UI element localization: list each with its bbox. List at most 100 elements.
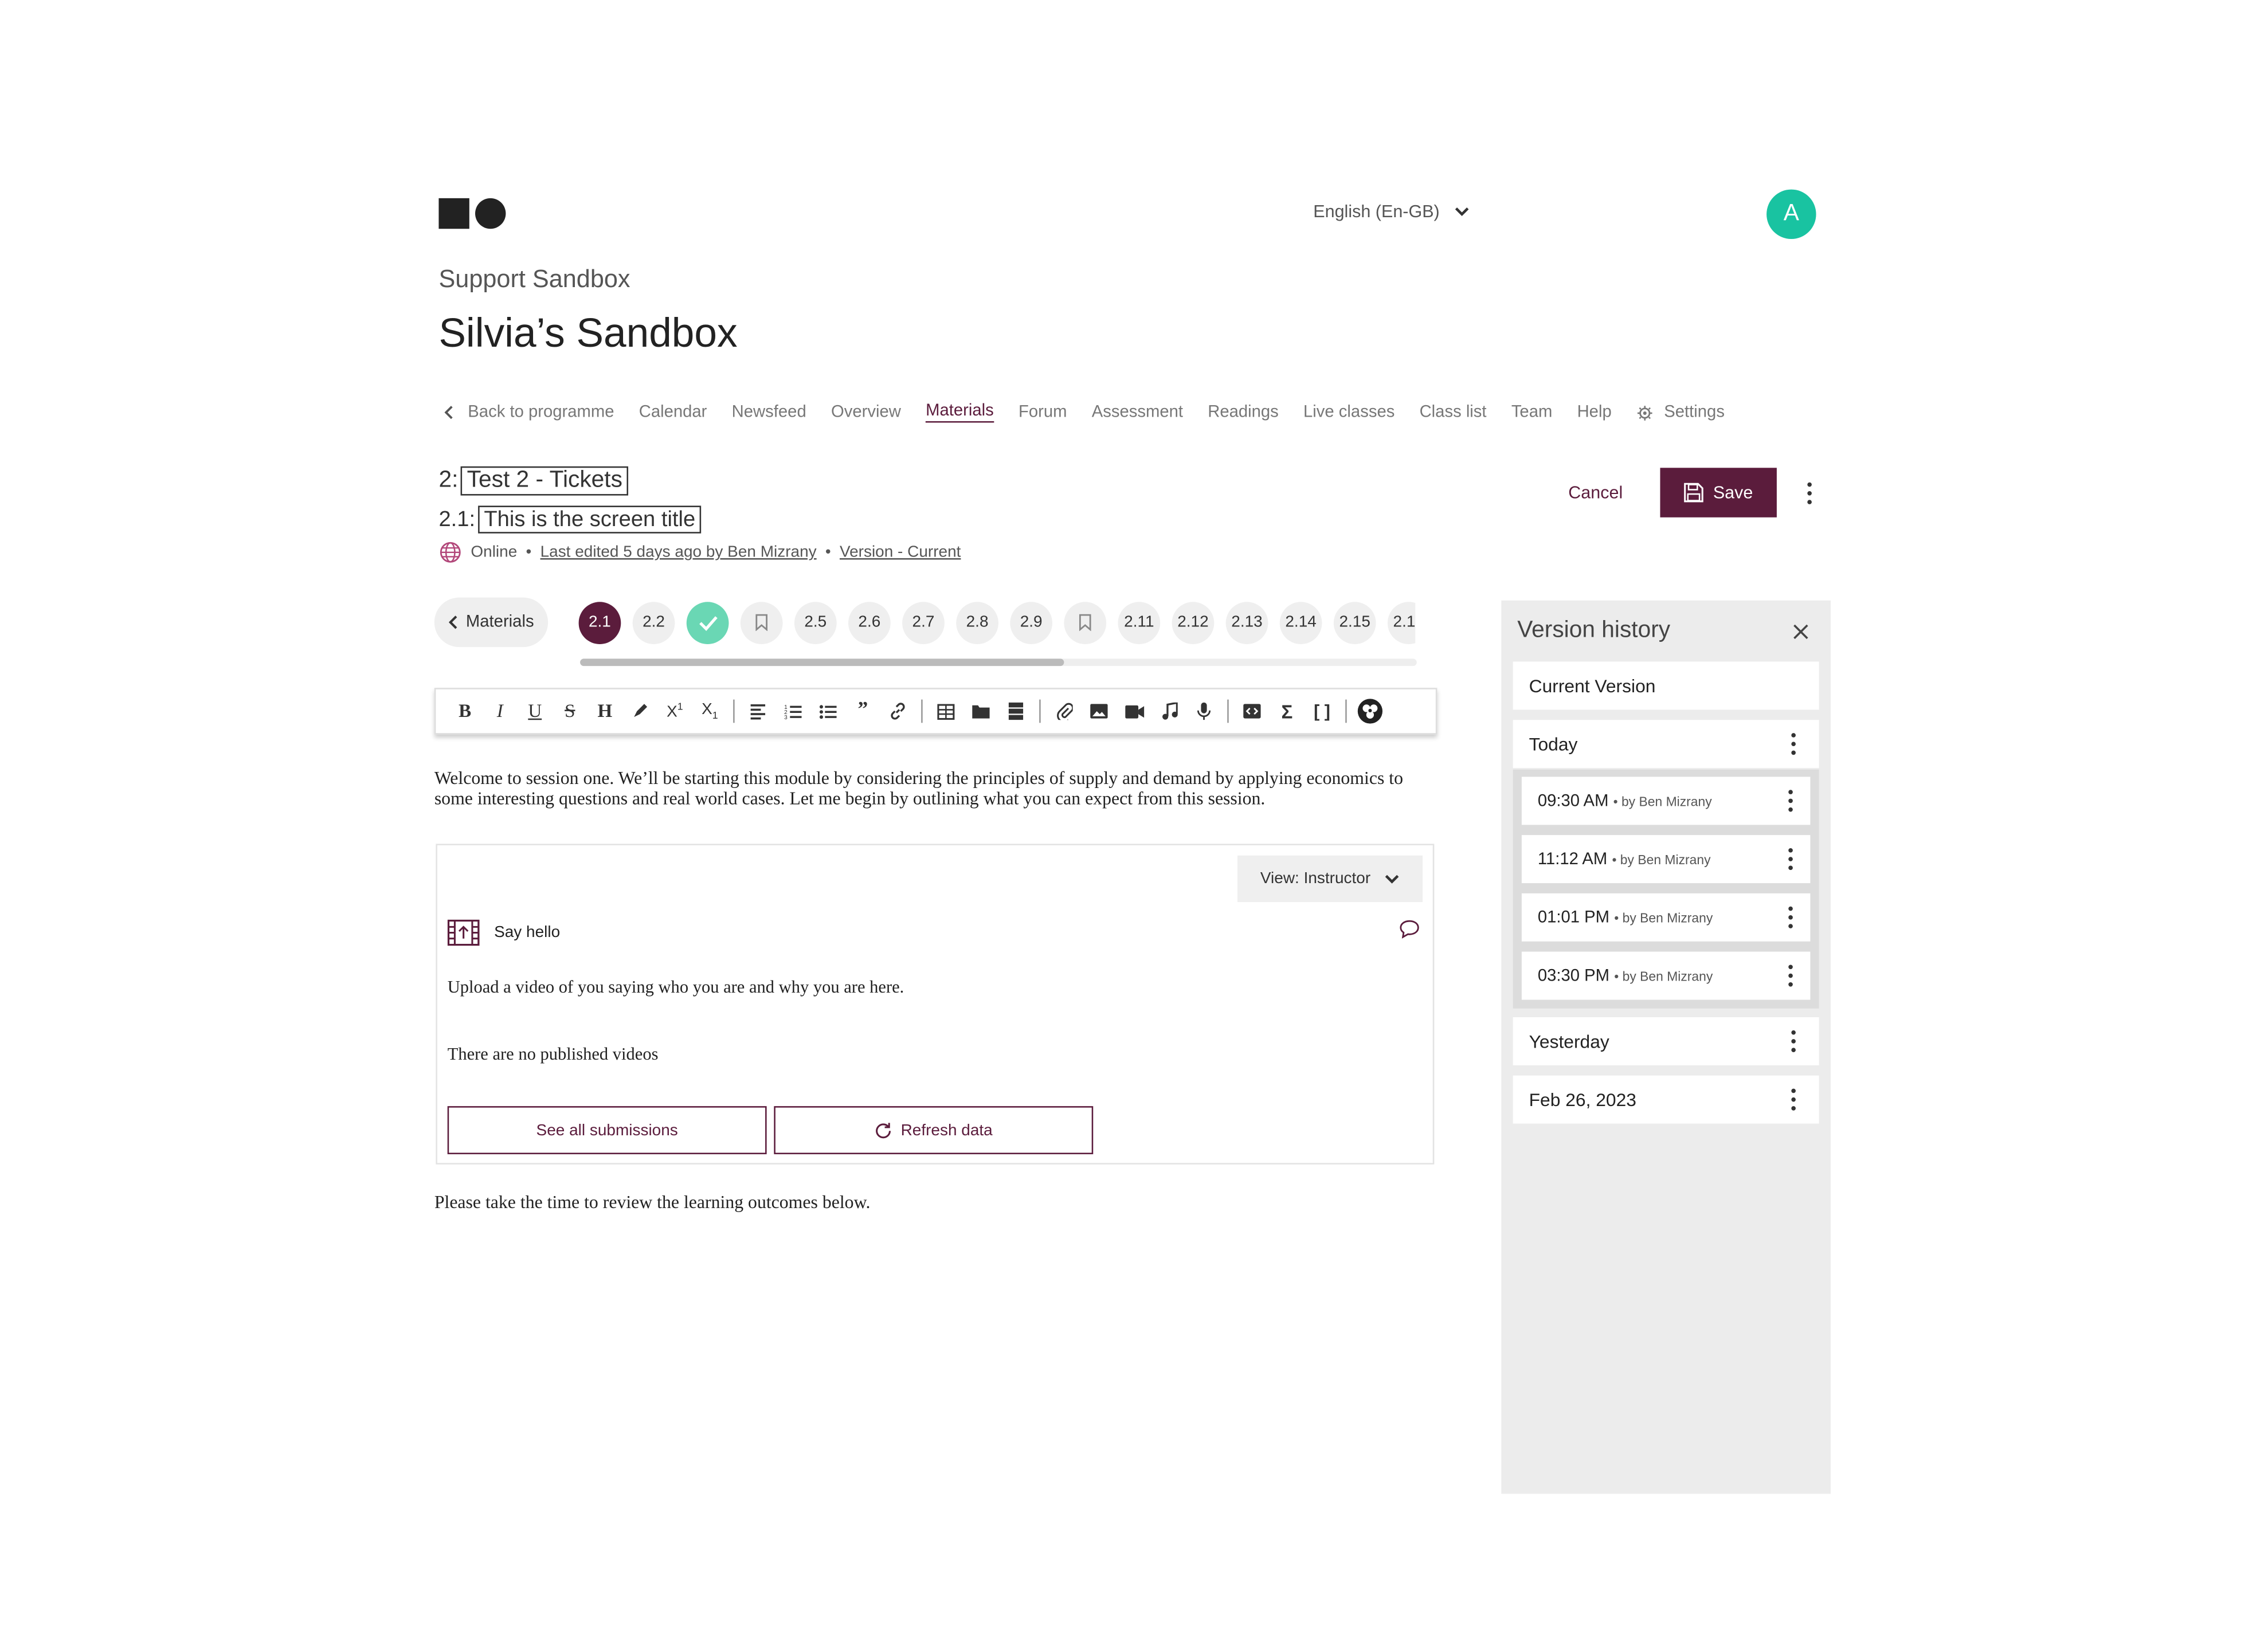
- section-title-input[interactable]: Test 2 - Tickets: [461, 466, 629, 496]
- embed-code-icon[interactable]: [1235, 693, 1270, 728]
- screen-pill[interactable]: 2.9: [1010, 601, 1053, 644]
- current-version-row[interactable]: Current Version: [1513, 661, 1819, 710]
- toolbar-divider: [1039, 699, 1041, 723]
- strikethrough-icon[interactable]: S: [553, 693, 587, 728]
- pills-scrollbar-thumb[interactable]: [580, 658, 1064, 666]
- italic-icon[interactable]: I: [483, 693, 518, 728]
- avatar[interactable]: A: [1766, 189, 1816, 240]
- screen-pill[interactable]: 2.2: [632, 601, 675, 644]
- nav-forum[interactable]: Forum: [1019, 403, 1067, 421]
- course-nav: Back to programme Calendar Newsfeed Over…: [444, 402, 1725, 423]
- close-icon[interactable]: [1793, 621, 1809, 647]
- activity-header: Say hello: [447, 919, 560, 946]
- last-edited-link[interactable]: Last edited 5 days ago by Ben Mizrany: [540, 544, 817, 562]
- screen-pill[interactable]: 2.5: [794, 601, 837, 644]
- older-group[interactable]: Feb 26, 2023: [1513, 1075, 1819, 1124]
- screen-pill[interactable]: 2.11: [1118, 601, 1161, 644]
- toolbar-divider: [1345, 699, 1347, 723]
- today-group[interactable]: Today: [1513, 720, 1819, 769]
- highlight-icon[interactable]: [622, 693, 657, 728]
- table-icon[interactable]: [929, 693, 963, 728]
- screen-pill[interactable]: 2.8: [956, 601, 998, 644]
- attachment-icon[interactable]: [1047, 693, 1082, 728]
- ordered-list-icon[interactable]: 123: [775, 693, 810, 728]
- status-label: Online: [471, 543, 518, 562]
- video-icon[interactable]: [1117, 693, 1151, 728]
- superscript-icon[interactable]: X1: [657, 693, 692, 728]
- more-options-button[interactable]: [1796, 475, 1822, 510]
- nav-class-list[interactable]: Class list: [1420, 403, 1487, 421]
- bullet-list-icon[interactable]: [810, 693, 845, 728]
- nav-live-classes[interactable]: Live classes: [1303, 403, 1395, 421]
- nav-materials[interactable]: Materials: [926, 402, 994, 423]
- check-icon: [698, 615, 717, 630]
- more-options-button[interactable]: [1791, 733, 1796, 755]
- nav-settings[interactable]: Settings: [1636, 403, 1725, 421]
- screen-pill[interactable]: 2.6: [848, 601, 891, 644]
- today-label: Today: [1529, 734, 1578, 755]
- nav-assessment[interactable]: Assessment: [1092, 403, 1183, 421]
- toolbar-divider: [921, 699, 923, 723]
- logo-square: [438, 198, 469, 229]
- version-entry[interactable]: 03:30 PM • by Ben Mizrany: [1521, 951, 1811, 1000]
- language-select[interactable]: English (En-GB): [1313, 201, 1468, 222]
- yesterday-group[interactable]: Yesterday: [1513, 1017, 1819, 1065]
- subscript-icon[interactable]: X1: [692, 693, 727, 728]
- accordion-icon[interactable]: [998, 693, 1033, 728]
- save-button[interactable]: Save: [1660, 468, 1777, 517]
- globe-icon: [440, 542, 461, 563]
- comment-icon[interactable]: [1399, 920, 1420, 946]
- image-icon[interactable]: [1082, 693, 1117, 728]
- screen-pill[interactable]: 2.13: [1225, 601, 1268, 644]
- cancel-button[interactable]: Cancel: [1568, 483, 1623, 503]
- screen-pill-completed[interactable]: [686, 601, 729, 644]
- current-version-label: Current Version: [1529, 675, 1656, 696]
- save-icon: [1684, 483, 1704, 503]
- screen-title-input[interactable]: This is the screen title: [478, 505, 702, 534]
- screen-pill[interactable]: 2.15: [1333, 601, 1376, 644]
- version-time: 03:30 PM: [1537, 967, 1610, 985]
- plugin-icon[interactable]: [1353, 693, 1388, 728]
- quote-icon[interactable]: ”: [845, 693, 880, 728]
- align-left-icon[interactable]: [741, 693, 775, 728]
- link-icon[interactable]: [880, 693, 915, 728]
- screen-pill[interactable]: 2.16: [1387, 601, 1416, 644]
- music-icon[interactable]: [1151, 693, 1186, 728]
- nav-readings[interactable]: Readings: [1208, 403, 1279, 421]
- refresh-icon: [876, 1122, 891, 1138]
- bold-icon[interactable]: B: [448, 693, 483, 728]
- nav-help[interactable]: Help: [1577, 403, 1612, 421]
- see-all-submissions-button[interactable]: See all submissions: [447, 1106, 767, 1155]
- heading-icon[interactable]: H: [587, 693, 622, 728]
- sigma-icon[interactable]: Σ: [1270, 693, 1305, 728]
- brackets-icon[interactable]: [ ]: [1305, 693, 1339, 728]
- more-options-button[interactable]: [1788, 965, 1793, 987]
- folder-icon[interactable]: [963, 693, 998, 728]
- back-to-programme-link[interactable]: Back to programme: [444, 403, 614, 421]
- underline-icon[interactable]: U: [518, 693, 553, 728]
- nav-overview[interactable]: Overview: [831, 403, 901, 421]
- refresh-data-button[interactable]: Refresh data: [774, 1106, 1094, 1155]
- screen-pill[interactable]: 2.12: [1172, 601, 1215, 644]
- nav-calendar[interactable]: Calendar: [639, 403, 707, 421]
- screen-pill-bookmark[interactable]: [740, 601, 783, 644]
- nav-newsfeed[interactable]: Newsfeed: [732, 403, 806, 421]
- materials-back-button[interactable]: Materials: [434, 597, 549, 648]
- screen-pill[interactable]: 2.14: [1279, 601, 1322, 644]
- more-options-button[interactable]: [1788, 848, 1793, 871]
- view-select[interactable]: View: Instructor: [1237, 855, 1423, 903]
- more-options-button[interactable]: [1791, 1088, 1796, 1111]
- more-options-button[interactable]: [1788, 906, 1793, 928]
- version-entry[interactable]: 01:01 PM • by Ben Mizrany: [1521, 893, 1811, 942]
- more-options-button[interactable]: [1788, 790, 1793, 812]
- screen-pill[interactable]: 2.1: [578, 601, 621, 644]
- version-entry[interactable]: 11:12 AM • by Ben Mizrany: [1521, 835, 1811, 884]
- microphone-icon[interactable]: [1186, 693, 1221, 728]
- screen-prefix: 2.1:: [438, 507, 476, 532]
- version-entry[interactable]: 09:30 AM • by Ben Mizrany: [1521, 777, 1811, 825]
- nav-team[interactable]: Team: [1511, 403, 1553, 421]
- more-options-button[interactable]: [1791, 1030, 1796, 1053]
- screen-pill[interactable]: 2.7: [902, 601, 945, 644]
- version-link[interactable]: Version - Current: [840, 544, 961, 562]
- screen-pill-bookmark[interactable]: [1064, 601, 1107, 644]
